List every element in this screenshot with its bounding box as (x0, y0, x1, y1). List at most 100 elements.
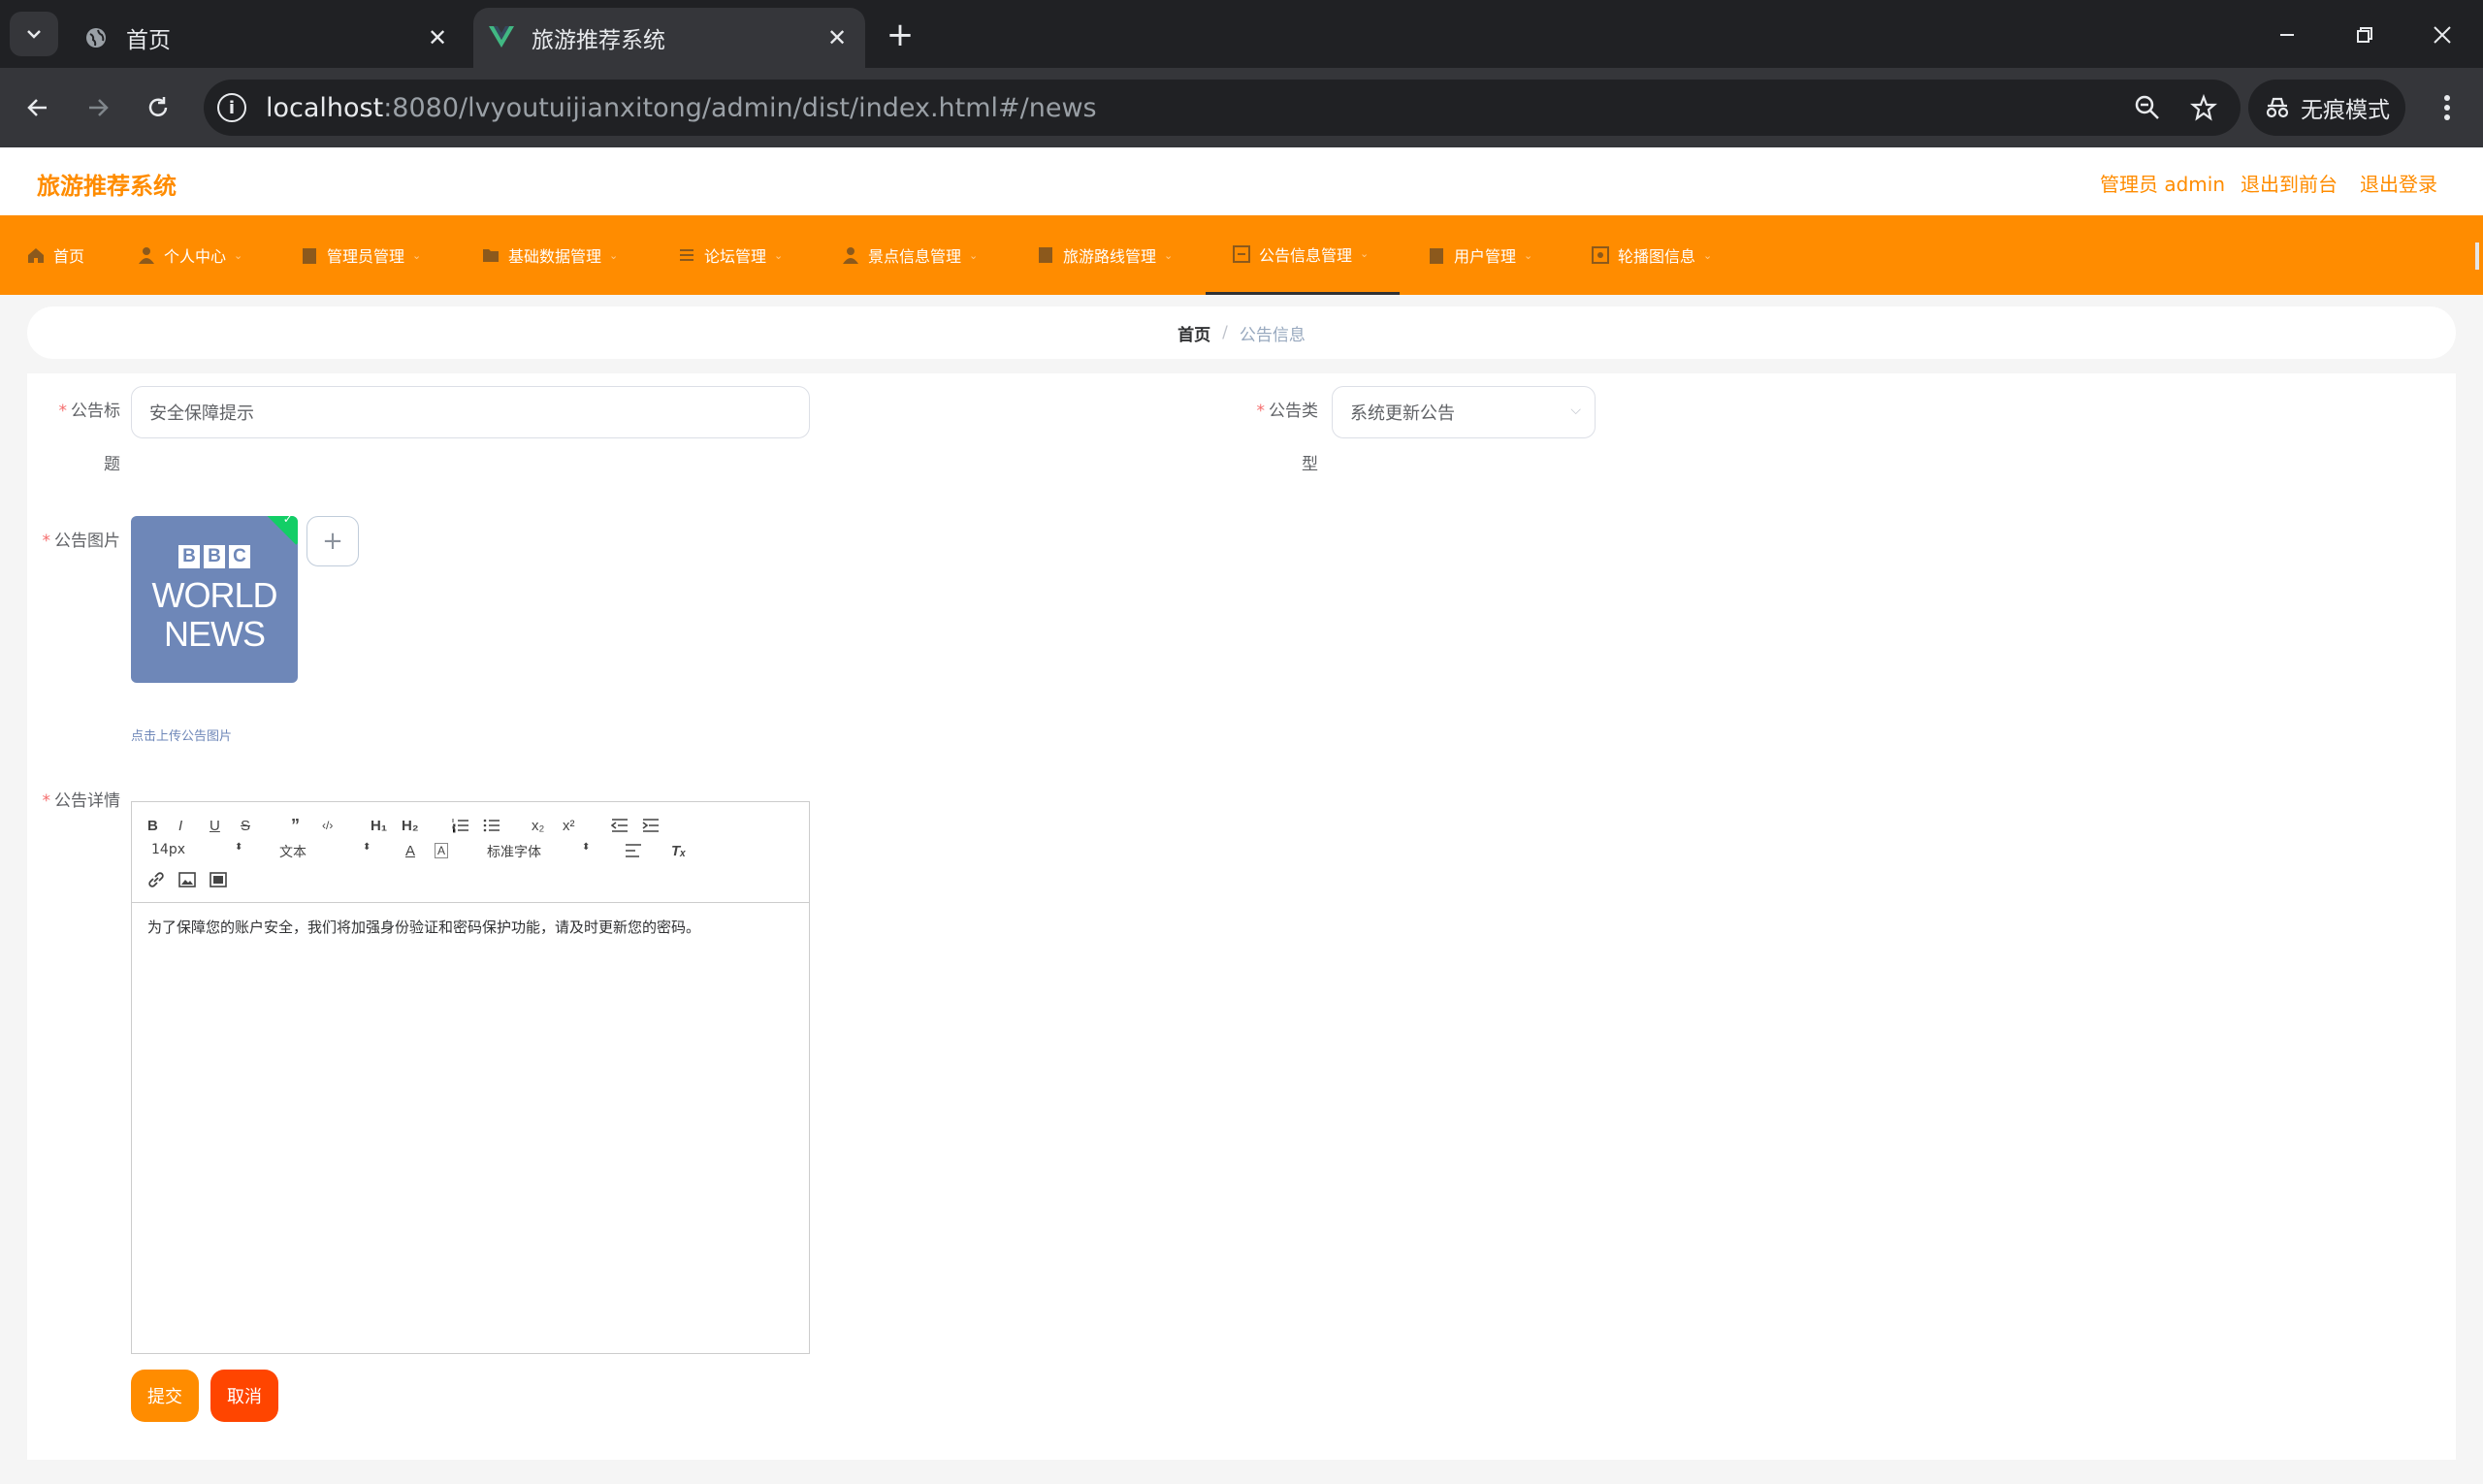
home-icon (27, 246, 45, 264)
menu-item-personal-center[interactable]: 个人中心 ⌄ (138, 215, 242, 295)
close-window-button[interactable] (2421, 14, 2464, 56)
main-nav-menu: 首页 个人中心 ⌄ 管理员管理 ⌄ 基础数据管理 ⌄ 论坛管理 ⌄ 景点信息管理… (0, 215, 2471, 295)
close-icon[interactable]: ✕ (822, 23, 852, 52)
menu-item-user-management[interactable]: 用户管理 ⌄ (1428, 215, 1532, 295)
detail-label: * 公告详情 (42, 791, 121, 811)
folder-icon (482, 246, 500, 264)
zoom-icon[interactable] (2128, 88, 2167, 127)
submit-button[interactable]: 提交 (131, 1370, 199, 1422)
incognito-badge[interactable]: 无痕模式 (2248, 80, 2405, 136)
clear-format-button[interactable]: Tₓ (671, 839, 686, 862)
chevron-down-icon: ⌄ (774, 248, 784, 262)
type-label-wrap: 型 (1302, 455, 1318, 474)
font-family-select[interactable]: 标准字体 ⬍ (487, 842, 603, 861)
new-tab-button[interactable]: + (881, 16, 919, 54)
admin-user-label: 管理员 admin (2100, 173, 2226, 196)
menu-item-label: 论坛管理 (704, 247, 767, 266)
menu-item-label: 首页 (53, 247, 85, 266)
menu-item-label: 基础数据管理 (508, 247, 602, 266)
strike-button[interactable]: S (241, 814, 250, 837)
outdent-button[interactable] (611, 814, 629, 837)
image-button[interactable] (178, 868, 196, 891)
updown-icon: ⬍ (235, 842, 243, 853)
breadcrumb-home[interactable]: 首页 (1177, 321, 1210, 345)
app-header: 旅游推荐系统 管理员 admin 退出到前台 退出登录 (0, 147, 2483, 215)
tab-search-button[interactable] (10, 12, 58, 56)
background-color-button[interactable]: A (435, 843, 449, 858)
breadcrumb: 首页 / 公告信息 (27, 306, 2456, 359)
italic-button[interactable]: I (178, 814, 182, 837)
bullet-list-button[interactable] (483, 814, 500, 837)
code-block-button[interactable]: ‹/› (322, 814, 333, 837)
font-color-button[interactable]: A (405, 839, 415, 862)
cancel-button[interactable]: 取消 (210, 1370, 278, 1422)
type-label: * 公告类 (1256, 402, 1319, 421)
bbc-logo: BBC (178, 545, 250, 568)
user-icon (138, 246, 155, 264)
menu-item-label: 旅游路线管理 (1063, 247, 1157, 266)
arrow-left-icon (27, 99, 47, 116)
exit-to-front-link[interactable]: 退出到前台 (2241, 169, 2338, 197)
indent-button[interactable] (642, 814, 660, 837)
menu-item-carousel[interactable]: 轮播图信息 ⌄ (1592, 215, 1712, 295)
person-icon (842, 246, 859, 264)
browser-tab-home[interactable]: 首页 ✕ (68, 8, 466, 68)
bold-button[interactable]: B (147, 814, 158, 837)
forward-button[interactable] (76, 85, 120, 130)
image-icon (178, 872, 196, 887)
bullet-list-icon (483, 819, 500, 832)
header-select[interactable]: 文本 ⬍ (279, 842, 376, 861)
link-button[interactable] (147, 868, 165, 891)
h1-button[interactable]: H₁ (371, 814, 387, 837)
menu-scrollbar[interactable] (2471, 215, 2483, 295)
indent-icon (642, 819, 659, 832)
clipboard-icon (301, 246, 318, 264)
minimize-button[interactable] (2266, 14, 2308, 56)
align-button[interactable] (625, 839, 642, 862)
menu-item-home[interactable]: 首页 (27, 215, 84, 295)
logout-link[interactable]: 退出登录 (2360, 169, 2437, 197)
subscript-button[interactable]: x₂ (532, 814, 544, 837)
back-button[interactable] (16, 85, 60, 130)
h2-button[interactable]: H₂ (402, 814, 419, 837)
title-input[interactable]: 安全保障提示 (131, 386, 810, 438)
incognito-label: 无痕模式 (2301, 98, 2390, 123)
menu-item-label: 景点信息管理 (868, 247, 962, 266)
bookmark-star-icon[interactable] (2184, 88, 2223, 127)
video-button[interactable] (210, 868, 227, 891)
underline-button[interactable]: U (210, 814, 220, 837)
chevron-down-icon: ⌄ (1164, 248, 1174, 262)
editor-toolbar: B I U S ” ‹/› H₁ H₂ x₂ x² 14px ⬍ 文本 ⬍ A … (132, 802, 809, 903)
blockquote-button[interactable]: ” (291, 814, 300, 837)
type-select[interactable]: 系统更新公告 ⌵ (1332, 386, 1596, 438)
address-bar[interactable]: i localhost:8080/lvyoutuijianxitong/admi… (204, 80, 2241, 136)
ordered-list-button[interactable] (452, 814, 469, 837)
superscript-button[interactable]: x² (563, 814, 575, 837)
menu-item-forum[interactable]: 论坛管理 ⌄ (678, 215, 783, 295)
url-text[interactable]: localhost:8080/lvyoutuijianxitong/admin/… (266, 93, 2128, 123)
menu-item-basic-data[interactable]: 基础数据管理 ⌄ (482, 215, 618, 295)
chevron-down-icon: ⌄ (969, 248, 979, 262)
image-icon (1592, 246, 1609, 264)
browser-toolbar: i localhost:8080/lvyoutuijianxitong/admi… (0, 68, 2483, 147)
site-info-icon[interactable]: i (217, 93, 246, 122)
plus-icon: + (322, 527, 343, 556)
browser-menu-button[interactable] (2425, 85, 2469, 130)
close-icon[interactable]: ✕ (423, 23, 452, 52)
menu-item-scenic-spots[interactable]: 景点信息管理 ⌄ (842, 215, 978, 295)
breadcrumb-current: 公告信息 (1239, 325, 1306, 345)
reload-button[interactable] (136, 85, 180, 130)
menu-item-notice-management[interactable]: 公告信息管理 ⌄ (1206, 215, 1400, 295)
menu-item-admin-management[interactable]: 管理员管理 ⌄ (301, 215, 421, 295)
uploaded-image-thumbnail[interactable]: BBC WORLD NEWS ✓ (131, 516, 298, 683)
menu-item-travel-routes[interactable]: 旅游路线管理 ⌄ (1037, 215, 1173, 295)
restore-button[interactable] (2343, 14, 2386, 56)
browser-tab-active[interactable]: 旅游推荐系统 ✕ (473, 8, 865, 68)
image-text-line: NEWS (164, 614, 266, 654)
font-size-select[interactable]: 14px ⬍ (151, 842, 248, 857)
editor-content[interactable]: 为了保障您的账户安全，我们将加强身份验证和密码保护功能，请及时更新您的密码。 (132, 903, 809, 951)
tab-title: 首页 (126, 28, 171, 53)
menu-item-label: 轮播图信息 (1618, 247, 1696, 266)
image-text-line: WORLD (151, 575, 278, 615)
upload-add-button[interactable]: + (306, 516, 359, 566)
